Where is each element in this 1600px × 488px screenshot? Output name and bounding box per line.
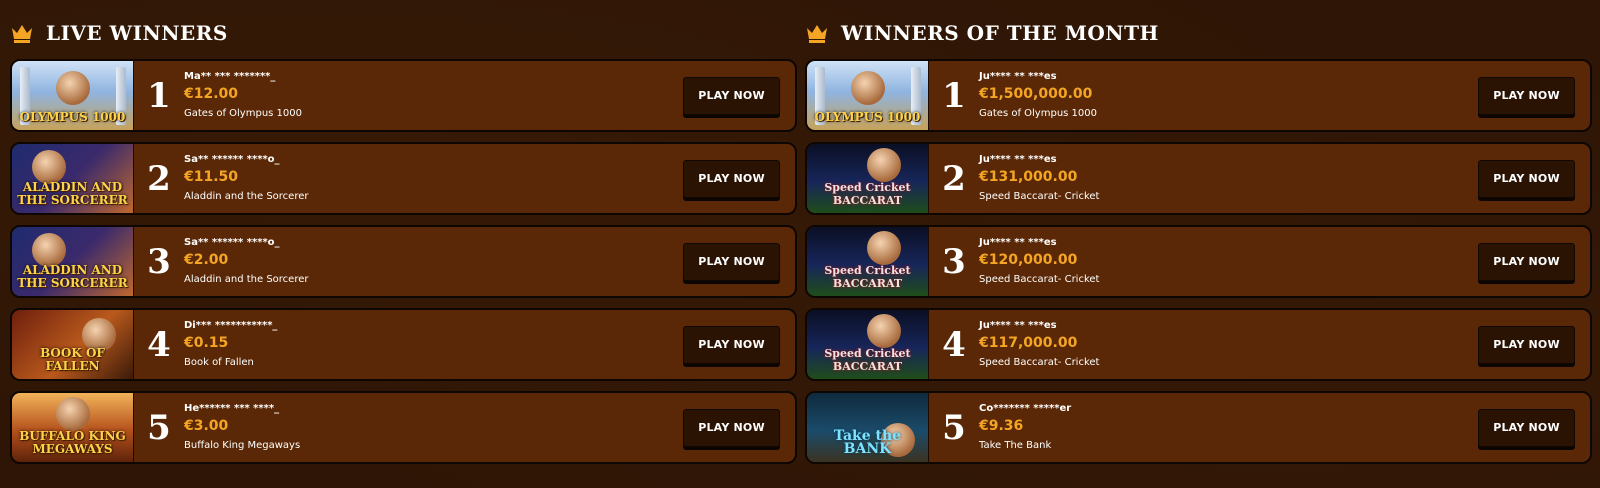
thumbnail-logo: ALADDIN AND THE SORCERER [17,263,128,290]
game-thumbnail[interactable]: OLYMPUS 1000 [12,61,134,130]
game-name: Speed Baccarat- Cricket [979,190,1100,202]
rank-number: 5 [942,407,966,448]
game-name: Speed Baccarat- Cricket [979,273,1100,285]
game-thumbnail[interactable]: BOOK OF FALLEN [12,310,134,379]
play-now-button[interactable]: PLAY NOW [1478,408,1575,447]
winner-info: Di*** ***********_ €0.15 Book of Fallen [182,319,683,371]
section-header: WINNERS OF THE MONTH [805,18,1592,48]
play-now-button[interactable]: PLAY NOW [1478,325,1575,364]
player-name: Co******* *****er [979,402,1072,414]
winner-info: Ju**** ** ***es €120,000.00 Speed Baccar… [977,236,1478,288]
thumbnail-logo: BUFFALO KING MEGAWAYS [19,429,126,456]
player-name: Di*** ***********_ [184,319,278,331]
winner-info: Ju**** ** ***es €131,000.00 Speed Baccar… [977,153,1478,205]
winner-row: OLYMPUS 1000 1 Ju**** ** ***es €1,500,00… [805,59,1592,132]
play-now-button[interactable]: PLAY NOW [683,408,780,447]
play-now-button[interactable]: PLAY NOW [683,242,780,281]
rank-number: 4 [942,324,966,365]
winner-row: BUFFALO KING MEGAWAYS 5 He****** *** ***… [10,391,797,464]
play-now-button[interactable]: PLAY NOW [683,159,780,198]
player-name: Sa** ****** ****o_ [184,236,280,248]
winners-of-month-section: WINNERS OF THE MONTH OLYMPUS 1000 1 Ju**… [805,18,1592,474]
play-now-button[interactable]: PLAY NOW [683,325,780,364]
winner-row: BOOK OF FALLEN 4 Di*** ***********_ €0.1… [10,308,797,381]
live-winners-section: LIVE WINNERS OLYMPUS 1000 1 Ma** *** ***… [10,18,797,474]
winner-row: OLYMPUS 1000 1 Ma** *** *******_ €12.00 … [10,59,797,132]
section-title: WINNERS OF THE MONTH [841,21,1159,45]
thumbnail-logo: Speed Cricket BACCARAT [824,264,911,290]
win-amount: €131,000.00 [979,168,1078,185]
game-name: Buffalo King Megaways [184,439,301,451]
winner-row: ALADDIN AND THE SORCERER 2 Sa** ****** *… [10,142,797,215]
game-thumbnail[interactable]: OLYMPUS 1000 [807,61,929,130]
game-thumbnail[interactable]: ALADDIN AND THE SORCERER [12,144,134,213]
player-name: Sa** ****** ****o_ [184,153,280,165]
section-title: LIVE WINNERS [46,21,228,45]
play-now-button[interactable]: PLAY NOW [1478,76,1575,115]
rank-number: 5 [147,407,171,448]
win-amount: €0.15 [184,334,229,351]
game-name: Speed Baccarat- Cricket [979,356,1100,368]
winner-row: Speed Cricket BACCARAT 4 Ju**** ** ***es… [805,308,1592,381]
thumbnail-logo: BOOK OF FALLEN [40,346,105,373]
game-name: Gates of Olympus 1000 [184,107,302,119]
winner-info: Co******* *****er €9.36 Take The Bank [977,402,1478,454]
winner-row: Take the BANK 5 Co******* *****er €9.36 … [805,391,1592,464]
win-amount: €1,500,000.00 [979,85,1093,102]
rank-number: 1 [147,75,171,116]
winner-info: He****** *** ****_ €3.00 Buffalo King Me… [182,402,683,454]
win-amount: €12.00 [184,85,239,102]
crown-icon [12,25,32,43]
rank-number: 1 [942,75,966,116]
crown-icon [807,25,827,43]
play-now-button[interactable]: PLAY NOW [683,76,780,115]
game-thumbnail[interactable]: Speed Cricket BACCARAT [807,227,929,296]
win-amount: €120,000.00 [979,251,1078,268]
thumbnail-logo: OLYMPUS 1000 [19,110,126,124]
game-name: Book of Fallen [184,356,254,368]
rank-number: 2 [147,158,171,199]
game-name: Take The Bank [979,439,1052,451]
rank-number: 4 [147,324,171,365]
rank-number: 3 [942,241,966,282]
game-name: Aladdin and the Sorcerer [184,273,309,285]
game-name: Gates of Olympus 1000 [979,107,1097,119]
winner-row: Speed Cricket BACCARAT 2 Ju**** ** ***es… [805,142,1592,215]
win-amount: €3.00 [184,417,229,434]
win-amount: €11.50 [184,168,239,185]
winner-info: Ma** *** *******_ €12.00 Gates of Olympu… [182,70,683,122]
player-name: Ju**** ** ***es [979,70,1057,82]
winner-info: Ju**** ** ***es €1,500,000.00 Gates of O… [977,70,1478,122]
game-thumbnail[interactable]: Speed Cricket BACCARAT [807,144,929,213]
player-name: Ju**** ** ***es [979,236,1057,248]
win-amount: €2.00 [184,251,229,268]
game-thumbnail[interactable]: Take the BANK [807,393,929,462]
game-name: Aladdin and the Sorcerer [184,190,309,202]
thumbnail-logo: OLYMPUS 1000 [814,110,921,124]
winner-row: ALADDIN AND THE SORCERER 3 Sa** ****** *… [10,225,797,298]
winner-row: Speed Cricket BACCARAT 3 Ju**** ** ***es… [805,225,1592,298]
rank-number: 3 [147,241,171,282]
game-thumbnail[interactable]: ALADDIN AND THE SORCERER [12,227,134,296]
win-amount: €9.36 [979,417,1024,434]
thumbnail-logo: Speed Cricket BACCARAT [824,181,911,207]
player-name: Ju**** ** ***es [979,319,1057,331]
section-header: LIVE WINNERS [10,18,797,48]
thumbnail-logo: Take the BANK [833,428,902,457]
winner-info: Sa** ****** ****o_ €2.00 Aladdin and the… [182,236,683,288]
play-now-button[interactable]: PLAY NOW [1478,159,1575,198]
player-name: Ju**** ** ***es [979,153,1057,165]
player-name: He****** *** ****_ [184,402,280,414]
thumbnail-logo: ALADDIN AND THE SORCERER [17,180,128,207]
winner-info: Sa** ****** ****o_ €11.50 Aladdin and th… [182,153,683,205]
rank-number: 2 [942,158,966,199]
game-thumbnail[interactable]: BUFFALO KING MEGAWAYS [12,393,134,462]
game-thumbnail[interactable]: Speed Cricket BACCARAT [807,310,929,379]
win-amount: €117,000.00 [979,334,1078,351]
play-now-button[interactable]: PLAY NOW [1478,242,1575,281]
thumbnail-logo: Speed Cricket BACCARAT [824,347,911,373]
player-name: Ma** *** *******_ [184,70,276,82]
winner-info: Ju**** ** ***es €117,000.00 Speed Baccar… [977,319,1478,371]
